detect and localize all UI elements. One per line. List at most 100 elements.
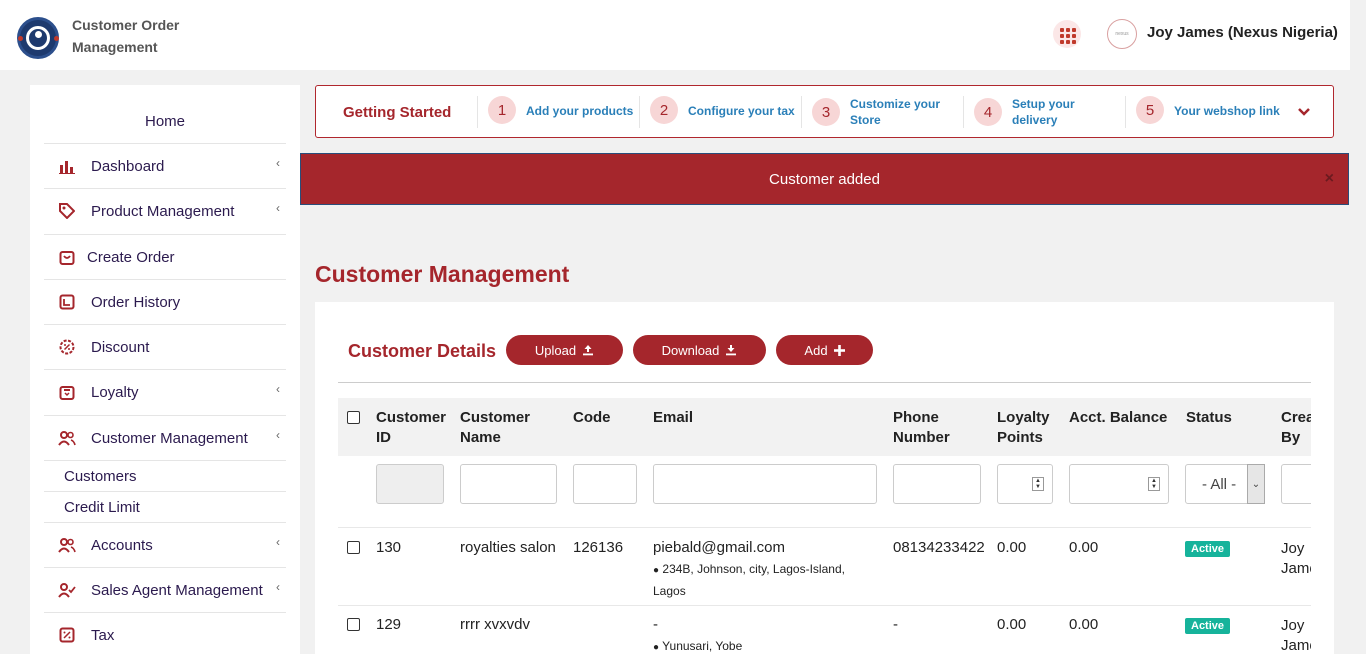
divider xyxy=(338,382,1311,383)
sidebar-item-label: Customer Management xyxy=(91,429,248,447)
status-filter-value: - All - xyxy=(1202,475,1237,493)
email-filter[interactable] xyxy=(653,464,877,504)
users-icon xyxy=(58,536,76,554)
customer-details-card: Customer Details Upload Download Add Cus… xyxy=(315,302,1334,654)
avatar[interactable]: nexus xyxy=(1107,19,1137,49)
sidebar-subitem-customers[interactable]: Customers xyxy=(44,460,286,491)
column-header[interactable]: Customer Name xyxy=(460,408,550,448)
card-title: Customer Details xyxy=(348,341,497,361)
sidebar-item-label: Tax xyxy=(91,626,115,644)
sidebar-item-home[interactable]: Home xyxy=(30,113,300,130)
phone-filter[interactable] xyxy=(893,464,981,504)
add-button[interactable]: Add xyxy=(776,335,873,365)
sidebar-item-order-history[interactable]: Order History xyxy=(44,279,286,324)
column-header[interactable]: Phone Number xyxy=(893,408,968,448)
user-check-icon xyxy=(58,581,76,599)
users-icon xyxy=(58,429,76,447)
customer-name: rrrr xvxvdv xyxy=(460,616,530,633)
chevron-down-icon: ⌄ xyxy=(1247,464,1265,504)
table-row[interactable]: 129 rrrr xvxvdv - ● Yunusari, Yobe - 0.0… xyxy=(338,606,1311,654)
sidebar-item-product-management[interactable]: Product Management ‹ xyxy=(44,188,286,233)
chevron-left-icon: ‹ xyxy=(276,156,280,170)
step-number: 2 xyxy=(650,96,678,124)
app-title: Customer Order Management xyxy=(72,17,180,55)
column-header[interactable]: Customer ID xyxy=(376,408,451,448)
sidebar-item-tax[interactable]: Tax xyxy=(44,612,286,654)
column-header[interactable]: Code xyxy=(573,408,611,428)
history-icon xyxy=(58,293,76,311)
table-row[interactable]: 130 royalties salon 126136 piebald@gmail… xyxy=(338,528,1311,606)
account-balance: 0.00 xyxy=(1069,539,1099,556)
sidebar-item-accounts[interactable]: Accounts ‹ xyxy=(44,522,286,567)
download-button[interactable]: Download xyxy=(633,335,766,365)
customer-phone: 08134233422 xyxy=(893,539,985,556)
alert-message: Customer added xyxy=(769,170,880,188)
code-filter[interactable] xyxy=(573,464,637,504)
bar-chart-icon xyxy=(58,157,76,175)
select-all-checkbox[interactable] xyxy=(347,411,360,424)
sidebar: Home Dashboard ‹ Product Management ‹ Cr… xyxy=(30,85,300,654)
column-header[interactable]: Acct. Balance xyxy=(1069,408,1167,428)
step-number: 4 xyxy=(974,98,1002,126)
sidebar-item-loyalty[interactable]: Loyalty ‹ xyxy=(44,369,286,414)
step-customize-store-link[interactable]: Customize your Store xyxy=(850,96,950,128)
customer-name: royalties salon xyxy=(460,539,556,556)
customer-email: piebald@gmail.com xyxy=(653,539,785,556)
loyalty-points: 0.00 xyxy=(997,539,1027,556)
discount-icon xyxy=(58,338,76,356)
step-webshop-link[interactable]: Your webshop link xyxy=(1174,103,1289,119)
app-logo[interactable] xyxy=(17,17,59,59)
row-checkbox[interactable] xyxy=(347,618,360,631)
column-header[interactable]: Created By xyxy=(1281,408,1311,448)
step-number: 5 xyxy=(1136,96,1164,124)
sidebar-item-dashboard[interactable]: Dashboard ‹ xyxy=(44,143,286,188)
column-header[interactable]: Status xyxy=(1186,408,1232,428)
step-setup-delivery-link[interactable]: Setup your delivery xyxy=(1012,96,1092,128)
percent-icon xyxy=(58,626,76,644)
spinner-icon[interactable]: ▲ ▼ xyxy=(1032,477,1044,491)
sidebar-item-label: Create Order xyxy=(87,248,175,266)
address-text: 234B, Johnson, city, Lagos-Island, Lagos xyxy=(653,562,845,598)
chevron-left-icon: ‹ xyxy=(276,535,280,549)
column-header[interactable]: Email xyxy=(653,408,693,428)
gift-icon xyxy=(58,383,76,401)
sidebar-item-discount[interactable]: Discount xyxy=(44,324,286,369)
customer-address: ● Yunusari, Yobe xyxy=(653,636,868,654)
customer-id-filter[interactable] xyxy=(376,464,444,504)
column-header[interactable]: Loyalty Points xyxy=(997,408,1057,448)
sidebar-item-label: Dashboard xyxy=(91,157,165,175)
chevron-left-icon: ‹ xyxy=(276,201,280,215)
sidebar-item-create-order[interactable]: Create Order xyxy=(44,234,286,279)
loyalty-points-filter[interactable]: ▲ ▼ xyxy=(997,464,1053,504)
status-badge: Active xyxy=(1185,541,1231,557)
created-by-filter[interactable] xyxy=(1281,464,1311,504)
download-icon xyxy=(726,345,737,356)
sidebar-item-label: Order History xyxy=(91,293,181,311)
sidebar-item-label: Accounts xyxy=(91,536,153,554)
apps-grid-icon[interactable] xyxy=(1053,20,1081,48)
user-name[interactable]: Joy James (Nexus Nigeria) xyxy=(1147,24,1338,41)
customer-name-filter[interactable] xyxy=(460,464,557,504)
customer-table: Customer ID Customer Name Code Email Pho… xyxy=(338,398,1311,654)
sidebar-item-label: Discount xyxy=(91,338,150,356)
chevron-down-icon[interactable] xyxy=(1297,104,1311,120)
upload-button[interactable]: Upload xyxy=(506,335,623,365)
customer-phone: - xyxy=(893,616,898,633)
customer-address: ● 234B, Johnson, city, Lagos-Island, Lag… xyxy=(653,559,868,601)
step-configure-tax-link[interactable]: Configure your tax xyxy=(688,103,798,119)
table-header: Customer ID Customer Name Code Email Pho… xyxy=(338,398,1311,456)
balance-filter[interactable]: ▲ ▼ xyxy=(1069,464,1169,504)
spinner-icon[interactable]: ▲ ▼ xyxy=(1148,477,1160,491)
status-filter-select[interactable]: - All - ⌄ xyxy=(1185,464,1265,504)
sidebar-item-sales-agent-management[interactable]: Sales Agent Management ‹ xyxy=(44,567,286,612)
step-add-products-link[interactable]: Add your products xyxy=(526,103,636,119)
row-checkbox[interactable] xyxy=(347,541,360,554)
sidebar-subitem-credit-limit[interactable]: Credit Limit xyxy=(44,491,286,522)
sidebar-item-customer-management[interactable]: Customer Management ‹ xyxy=(44,415,286,460)
upload-icon xyxy=(583,345,594,356)
page-title: Customer Management xyxy=(315,261,570,287)
loyalty-points: 0.00 xyxy=(997,616,1027,633)
map-pin-icon: ● xyxy=(653,642,660,653)
upload-button-label: Upload xyxy=(534,342,577,358)
close-icon[interactable]: × xyxy=(1325,170,1334,188)
